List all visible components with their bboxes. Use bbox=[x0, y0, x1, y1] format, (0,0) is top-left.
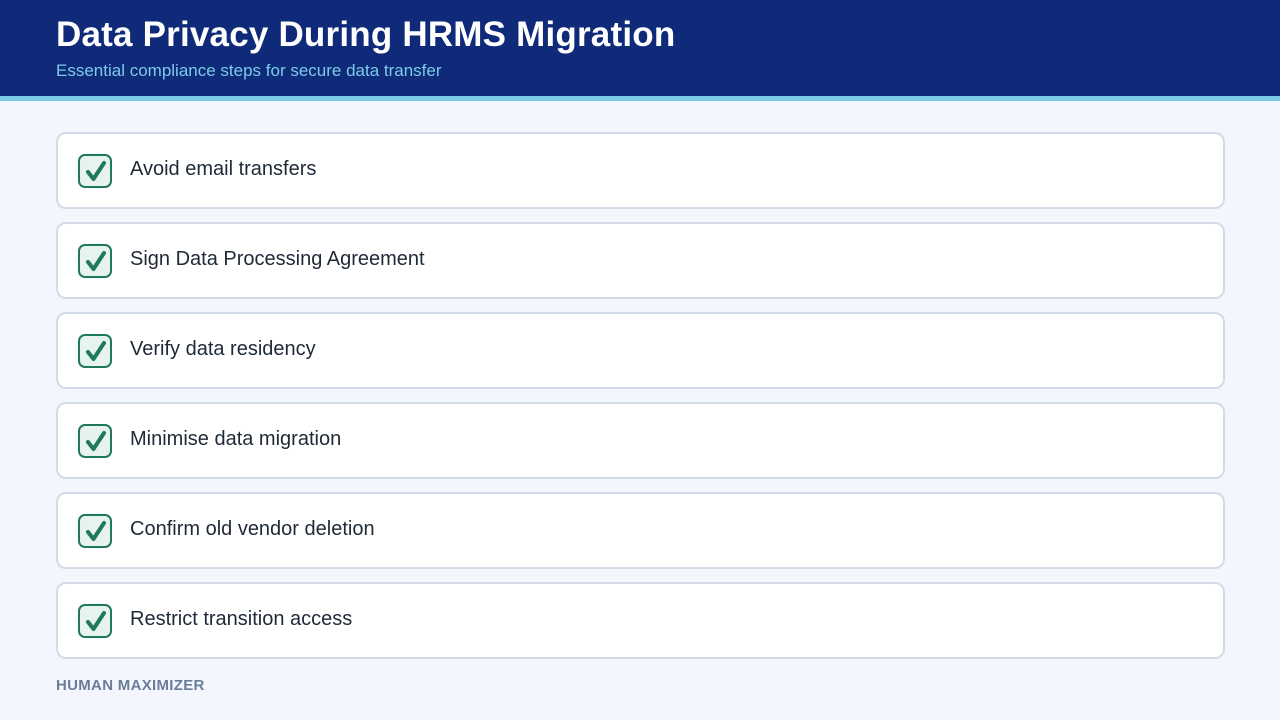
checklist-item-label: Confirm old vendor deletion bbox=[130, 518, 375, 540]
checkmark-icon bbox=[78, 154, 112, 188]
checklist-item-label: Verify data residency bbox=[130, 338, 316, 360]
checklist-item: Restrict transition access bbox=[56, 582, 1225, 659]
header-banner: Data Privacy During HRMS Migration Essen… bbox=[0, 0, 1280, 96]
footer-brand: HUMAN MAXIMIZER bbox=[56, 677, 205, 694]
checklist-item: Verify data residency bbox=[56, 312, 1225, 389]
checklist-item-label: Avoid email transfers bbox=[130, 158, 317, 180]
checklist-item-label: Restrict transition access bbox=[130, 608, 353, 630]
checklist-item: Minimise data migration bbox=[56, 402, 1225, 479]
checkmark-icon bbox=[78, 334, 112, 368]
checklist-item: Avoid email transfers bbox=[56, 132, 1225, 209]
checkmark-icon bbox=[78, 604, 112, 638]
accent-divider bbox=[0, 96, 1280, 101]
checklist: Avoid email transfers Sign Data Processi… bbox=[56, 132, 1225, 672]
checklist-item: Confirm old vendor deletion bbox=[56, 492, 1225, 569]
checklist-item-label: Sign Data Processing Agreement bbox=[130, 248, 425, 270]
page-subtitle: Essential compliance steps for secure da… bbox=[56, 61, 442, 80]
checklist-item-label: Minimise data migration bbox=[130, 428, 342, 450]
checkmark-icon bbox=[78, 424, 112, 458]
checkmark-icon bbox=[78, 244, 112, 278]
checklist-item: Sign Data Processing Agreement bbox=[56, 222, 1225, 299]
page-title: Data Privacy During HRMS Migration bbox=[56, 15, 676, 54]
checkmark-icon bbox=[78, 514, 112, 548]
